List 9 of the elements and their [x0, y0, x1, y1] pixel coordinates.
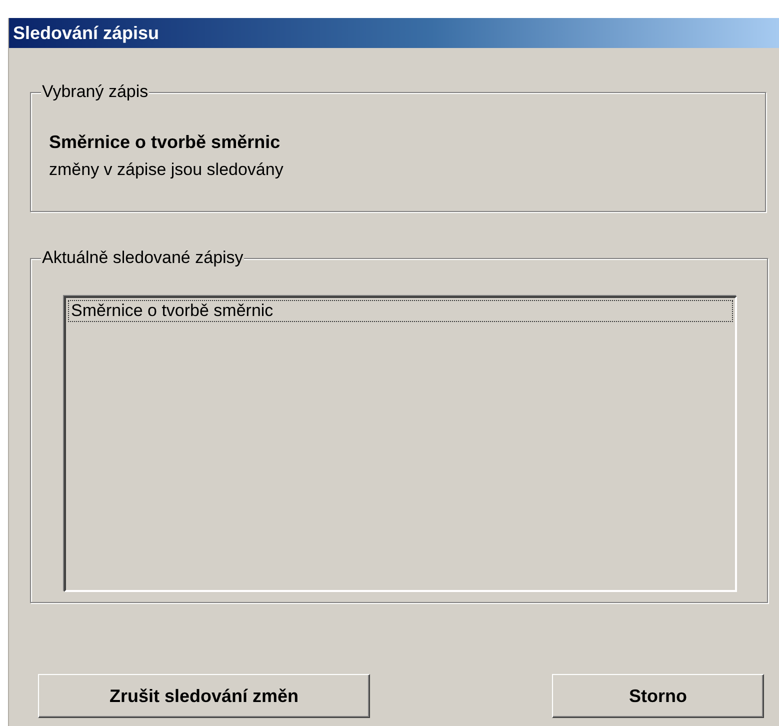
cancel-tracking-button[interactable]: Zrušit sledování změn [38, 674, 370, 718]
group-legend: Vybraný zápis [41, 82, 150, 102]
window-title: Sledování zápisu [9, 18, 779, 48]
list-box[interactable]: Směrnice o tvorbě směrnic [64, 296, 737, 592]
entry-name: Směrnice o tvorbě směrnic [49, 131, 280, 154]
cancel-button[interactable]: Storno [552, 674, 764, 718]
group-legend: Aktuálně sledované zápisy [41, 248, 244, 268]
list-item[interactable]: Směrnice o tvorbě směrnic [68, 300, 733, 322]
entry-status: změny v zápise jsou sledovány [49, 159, 284, 181]
